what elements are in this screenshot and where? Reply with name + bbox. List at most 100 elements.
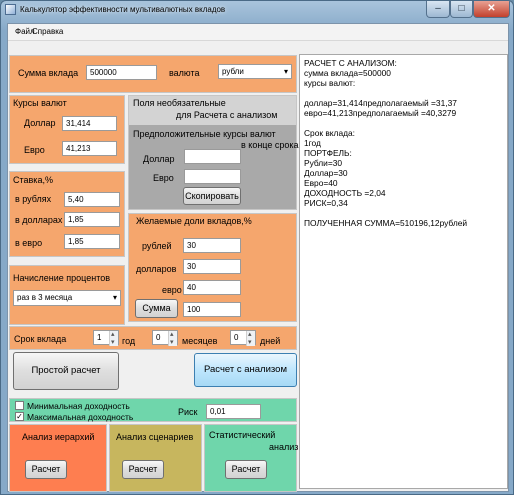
result-line: РАСЧЕТ С АНАЛИЗОМ:: [304, 58, 397, 68]
stake-rub-input[interactable]: 5,40: [64, 192, 120, 207]
stake-usd-label: в долларах: [15, 215, 63, 225]
term-panel: Срок вклада 1 год 0 месяцев 0 дней: [9, 326, 297, 350]
interest-title: Начисление процентов: [13, 273, 111, 283]
minimize-button[interactable]: –: [426, 1, 450, 18]
hierarchy-title: Анализ иерархий: [22, 432, 95, 442]
euro-rate-input[interactable]: 41,213: [62, 141, 117, 156]
result-line: евро=41,213предполагаемый =40,3279: [304, 108, 457, 118]
stake-usd-input[interactable]: 1,85: [64, 212, 120, 227]
term-months-label: месяцев: [182, 336, 218, 346]
years-spinner-icon[interactable]: [109, 328, 118, 349]
optional-title-2: для Расчета с анализом: [176, 110, 278, 120]
term-days-label: дней: [260, 336, 281, 346]
statistics-panel: Статистический анализ Расчет: [204, 424, 299, 492]
result-line: ДОХОДНОСТЬ =2,04: [304, 188, 386, 198]
shares-usd-label: долларов: [136, 264, 177, 274]
result-line: доллар=31,414предполагаемый =31,37: [304, 98, 457, 108]
end-of-term-label: в конце срока: [241, 140, 299, 150]
maximize-button[interactable]: □: [450, 1, 473, 18]
optional-title-1: Поля необязательные: [133, 98, 226, 108]
result-line: Доллар=30: [304, 168, 348, 178]
menu-bar: Файл Справка: [8, 24, 508, 41]
deposit-amount-input[interactable]: 500000: [86, 65, 157, 80]
result-line: Рубли=30: [304, 158, 343, 168]
expected-euro-input[interactable]: [184, 169, 241, 184]
result-line: [304, 118, 503, 128]
scenario-panel: Анализ сценариев Расчет: [109, 424, 202, 492]
shares-eur-label: евро: [162, 285, 182, 295]
result-line: ПОРТФЕЛЬ:: [304, 148, 352, 158]
interest-select-value: раз в 3 месяца: [17, 293, 73, 302]
expected-dollar-input[interactable]: [184, 149, 241, 164]
app-icon: [5, 4, 16, 15]
result-line: РИСК=0,34: [304, 198, 348, 208]
hierarchy-panel: Анализ иерархий Расчет: [9, 424, 107, 492]
max-yield-label: Максимальная доходность: [27, 412, 134, 422]
term-months-value: 0: [156, 333, 161, 342]
dollar-rate-input[interactable]: 31,414: [62, 116, 117, 131]
shares-rub-input[interactable]: 30: [183, 238, 241, 253]
result-textbox[interactable]: РАСЧЕТ С АНАЛИЗОМ: сумма вклада=500000 к…: [299, 54, 508, 489]
term-days-value: 0: [234, 333, 239, 342]
term-years-value: 1: [97, 333, 102, 342]
simple-calc-button[interactable]: Простой расчет: [13, 352, 119, 390]
optional-panel: Поля необязательные для Расчета с анализ…: [128, 95, 299, 210]
max-yield-checkbox[interactable]: ✓: [15, 412, 24, 421]
term-months-input[interactable]: 0: [152, 328, 178, 349]
sum-input[interactable]: 100: [183, 302, 241, 317]
optional-header: Поля необязательные для Расчета с анализ…: [129, 96, 296, 125]
months-spinner-icon[interactable]: [168, 328, 177, 349]
result-line: [304, 208, 503, 218]
close-button[interactable]: ✕: [473, 1, 510, 18]
copy-button[interactable]: Скопировать: [183, 187, 241, 205]
shares-rub-label: рублей: [142, 241, 172, 251]
scenario-calc-button[interactable]: Расчет: [122, 460, 164, 479]
days-spinner-icon[interactable]: [246, 328, 255, 349]
hierarchy-calc-button[interactable]: Расчет: [25, 460, 67, 479]
shares-eur-input[interactable]: 40: [183, 280, 241, 295]
result-line: Срок вклада:: [304, 128, 355, 138]
scenario-title: Анализ сценариев: [116, 432, 194, 442]
window-title: Калькулятор эффективности мультивалютных…: [20, 5, 226, 14]
term-days-input[interactable]: 0: [230, 328, 256, 349]
stake-eur-input[interactable]: 1,85: [64, 234, 120, 249]
result-line: Евро=40: [304, 178, 338, 188]
stake-eur-label: в евро: [15, 238, 43, 248]
interest-select[interactable]: раз в 3 месяца ▾: [13, 290, 121, 306]
risk-input[interactable]: 0,01: [206, 404, 261, 419]
stake-title: Ставка,%: [13, 175, 53, 185]
dollar-label: Доллар: [24, 118, 56, 128]
deposit-label: Сумма вклада: [18, 68, 79, 78]
expected-dollar-label: Доллар: [143, 154, 175, 164]
expected-euro-label: Евро: [153, 173, 174, 183]
risk-label: Риск: [178, 407, 198, 417]
client-area: Файл Справка Сумма вклада 500000 валюта …: [7, 23, 509, 492]
term-years-input[interactable]: 1: [93, 328, 119, 349]
result-line: сумма вклада=500000: [304, 68, 391, 78]
shares-title: Желаемые доли вкладов,%: [136, 216, 252, 226]
menu-help[interactable]: Справка: [32, 27, 63, 36]
shares-panel: Желаемые доли вкладов,% рублей 30 доллар…: [128, 213, 297, 322]
chevron-down-icon: ▾: [283, 67, 288, 76]
term-years-label: год: [122, 336, 136, 346]
rates-panel: Курсы валют Доллар 31,414 Евро 41,213: [9, 95, 125, 164]
min-yield-checkbox[interactable]: [15, 401, 24, 410]
currency-select-value: рубли: [222, 67, 244, 76]
currency-select[interactable]: рубли ▾: [218, 64, 292, 79]
result-line: курсы валют:: [304, 78, 356, 88]
expected-rates-title: Предположительные курсы валют: [133, 129, 276, 139]
chevron-down-icon: ▾: [112, 293, 117, 302]
shares-usd-input[interactable]: 30: [183, 259, 241, 274]
term-label: Срок вклада: [14, 334, 67, 344]
analysis-calc-button[interactable]: Расчет с анализом: [194, 353, 297, 387]
statistics-title-1: Статистический: [209, 430, 276, 440]
statistics-title-2: анализ: [269, 442, 299, 452]
stake-panel: Ставка,% в рублях 5,40 в долларах 1,85 в…: [9, 171, 125, 257]
risk-panel: Минимальная доходность ✓ Максимальная до…: [9, 398, 297, 422]
result-line: ПОЛУЧЕННАЯ СУММА=510196,12рублей: [304, 218, 468, 228]
sum-button[interactable]: Сумма: [135, 299, 178, 318]
title-bar: Калькулятор эффективности мультивалютных…: [1, 1, 513, 22]
result-line: 1год: [304, 138, 321, 148]
stake-rub-label: в рублях: [15, 194, 52, 204]
statistics-calc-button[interactable]: Расчет: [225, 460, 267, 479]
